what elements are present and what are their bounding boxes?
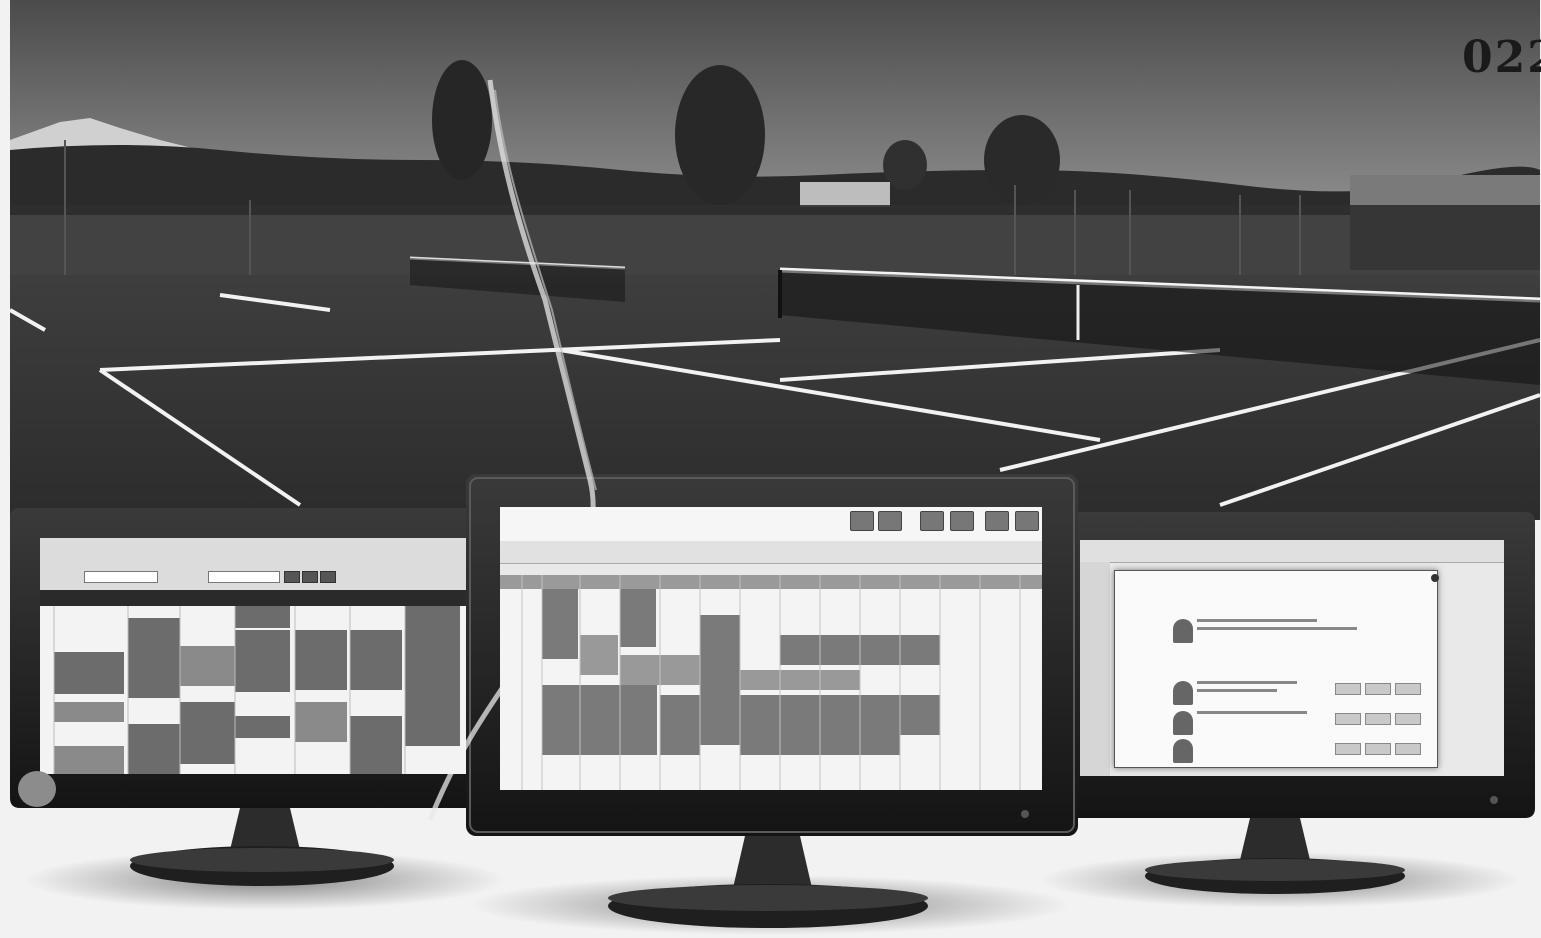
left-schedule-grid bbox=[40, 606, 466, 774]
tree-icon bbox=[432, 60, 492, 180]
avatar bbox=[1173, 681, 1193, 705]
dialog-button[interactable] bbox=[1395, 683, 1421, 695]
tree-icon bbox=[675, 65, 765, 205]
center-toolbar bbox=[500, 507, 1042, 542]
avatar bbox=[1173, 739, 1193, 763]
right-sidebar bbox=[1080, 562, 1110, 776]
toolbar-icon[interactable] bbox=[878, 511, 902, 531]
calendar-select[interactable] bbox=[208, 571, 280, 583]
right-toolbar bbox=[1080, 540, 1504, 563]
close-icon[interactable] bbox=[1431, 574, 1439, 582]
toolbar-icon[interactable] bbox=[985, 511, 1009, 531]
dialog-button[interactable] bbox=[1365, 743, 1391, 755]
next-button[interactable] bbox=[320, 571, 336, 583]
toolbar-icon[interactable] bbox=[850, 511, 874, 531]
dialog-button[interactable] bbox=[1365, 683, 1391, 695]
center-screen bbox=[500, 507, 1042, 790]
dialog-button[interactable] bbox=[1365, 713, 1391, 725]
dialog-button[interactable] bbox=[1395, 743, 1421, 755]
left-grid-header bbox=[40, 590, 466, 606]
right-screen bbox=[1080, 540, 1504, 776]
avatar bbox=[1173, 711, 1193, 735]
prev-button[interactable] bbox=[302, 571, 318, 583]
filter-button[interactable] bbox=[284, 571, 300, 583]
center-filter-bar bbox=[500, 541, 1042, 564]
dialog-button[interactable] bbox=[1395, 713, 1421, 725]
dialog-button[interactable] bbox=[1335, 713, 1361, 725]
background-photo bbox=[9, 0, 1541, 935]
dialog-button[interactable] bbox=[1335, 743, 1361, 755]
date-field[interactable] bbox=[84, 571, 158, 583]
brochure-scene: 022 bbox=[0, 0, 1541, 938]
page-number: 022 bbox=[1462, 32, 1541, 83]
dialog-button[interactable] bbox=[1335, 683, 1361, 695]
corner-mark bbox=[18, 771, 56, 807]
left-screen bbox=[40, 538, 466, 774]
tree-icon bbox=[984, 115, 1060, 205]
avatar bbox=[1173, 619, 1193, 643]
center-schedule-grid bbox=[500, 575, 1042, 790]
toolbar-icon[interactable] bbox=[920, 511, 944, 531]
booking-dialog bbox=[1114, 570, 1439, 768]
toolbar-icon[interactable] bbox=[1015, 511, 1039, 531]
toolbar-icon[interactable] bbox=[950, 511, 974, 531]
left-toolbar bbox=[40, 538, 466, 590]
